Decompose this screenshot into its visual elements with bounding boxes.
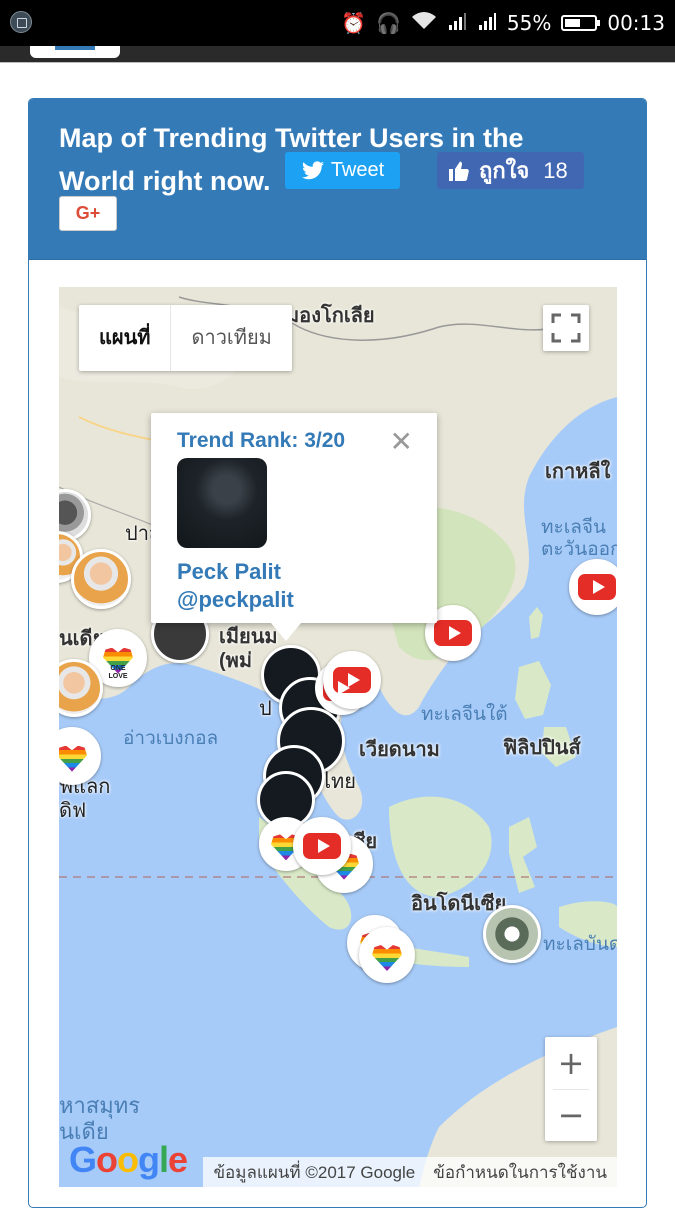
label-south-china-sea: ทะเลจีนใต้ — [421, 704, 508, 725]
page-tab-edge[interactable] — [30, 46, 120, 58]
map-type-control: แผนที่ ดาวเทียม — [79, 305, 292, 371]
signal-icon-1 — [447, 11, 467, 36]
zoom-separator — [553, 1089, 589, 1090]
alarm-icon: ⏰ — [341, 11, 366, 35]
map-attribution-bar: ข้อมูลแผนที่ ©2017 Google ข้อกำหนดในการใ… — [203, 1157, 617, 1187]
status-bar: ⏰ 🎧 55% 00:13 — [0, 0, 675, 46]
google-logo-letter: G — [69, 1139, 97, 1180]
google-logo[interactable]: Google — [69, 1139, 188, 1181]
like-label: ถูกใจ — [479, 158, 530, 183]
google-logo-letter: l — [159, 1139, 169, 1180]
card-header: Map of Trending Twitter Users in the Wor… — [29, 99, 646, 260]
label-mongolia: มองโกเลีย — [286, 305, 375, 327]
label-vietnam: เวียดนาม — [359, 739, 440, 761]
info-window: Trend Rank: 3/20 ✕ Peck Palit @peckpalit — [151, 413, 437, 641]
google-logo-letter: g — [138, 1139, 160, 1180]
youtube-marker[interactable] — [323, 651, 381, 709]
label-bay-of-bengal: อ่าวเบงกอล — [123, 728, 219, 749]
trend-rank: Trend Rank: 3/20 — [177, 429, 346, 452]
google-plus-button[interactable]: G+ — [59, 196, 117, 231]
zoom-in-button[interactable]: + — [545, 1037, 597, 1089]
user-marker[interactable] — [483, 905, 541, 963]
label-north-korea: เกาหลีใ — [545, 461, 611, 483]
like-count: 18 — [543, 157, 568, 183]
label-indian-ocean: หาสมุทร นเดีย — [59, 1093, 141, 1144]
battery-icon — [561, 15, 601, 31]
tweet-button[interactable]: Tweet — [285, 152, 400, 189]
twitter-bird-icon — [301, 160, 324, 179]
map-data-attribution[interactable]: ข้อมูลแผนที่ ©2017 Google — [213, 1159, 415, 1186]
fullscreen-button[interactable] — [543, 305, 589, 351]
status-right: ⏰ 🎧 55% 00:13 — [341, 0, 665, 46]
rainbow-heart-icon — [59, 745, 87, 772]
signal-icon-2 — [477, 11, 497, 36]
label-philippines: ฟิลิปปินส์ — [503, 737, 581, 759]
google-logo-letter: o — [96, 1139, 118, 1180]
battery-fill — [565, 19, 581, 27]
map-type-map-button[interactable]: แผนที่ — [79, 305, 172, 371]
battery-percent: 55% — [506, 11, 552, 35]
user-name-link[interactable]: Peck Palit — [177, 559, 281, 585]
map-type-satellite-button[interactable]: ดาวเทียม — [171, 305, 291, 371]
label-east-china-sea: ทะเลจีน ตะวันออก — [541, 517, 617, 560]
thumbs-up-icon — [449, 161, 469, 181]
browser-top-strip — [0, 46, 675, 63]
label-banda-sea: ทะเลบันด — [543, 934, 617, 955]
fullscreen-icon — [551, 313, 581, 343]
zoom-control: + − — [545, 1037, 597, 1141]
youtube-marker[interactable] — [293, 817, 351, 875]
google-logo-letter: e — [168, 1139, 188, 1180]
trending-map-card: Map of Trending Twitter Users in the Wor… — [28, 98, 647, 1208]
headphones-icon: 🎧 — [376, 11, 401, 35]
close-icon[interactable]: ✕ — [390, 425, 413, 458]
facebook-like-button[interactable]: ถูกใจ 18 — [437, 152, 584, 189]
rainbow-heart-icon — [372, 945, 402, 971]
wifi-icon — [411, 11, 437, 36]
google-logo-letter: o — [117, 1139, 139, 1180]
user-marker[interactable] — [71, 549, 131, 609]
user-handle-link[interactable]: @peckpalit — [177, 587, 294, 613]
clock: 00:13 — [607, 11, 665, 35]
terms-of-use-link[interactable]: ข้อกำหนดในการใช้งาน — [433, 1159, 607, 1186]
zoom-out-button[interactable]: − — [545, 1089, 597, 1141]
user-avatar — [177, 458, 267, 548]
screenshot-notification-icon — [10, 11, 32, 33]
one-love-marker[interactable] — [359, 927, 415, 983]
youtube-marker[interactable] — [569, 559, 617, 615]
trending-users-map[interactable]: มองโกเลีย เกาหลีใ ทะเลจีน ตะวันออก ทะเลจ… — [59, 287, 617, 1187]
tweet-label: Tweet — [330, 159, 385, 181]
